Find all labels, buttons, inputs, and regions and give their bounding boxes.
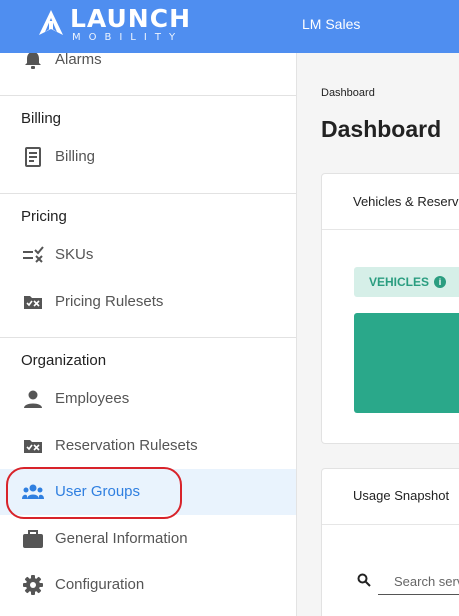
person-icon [24, 390, 42, 408]
organization-name[interactable]: LM Sales [302, 16, 360, 32]
section-title-pricing: Pricing [21, 208, 67, 225]
sidebar-item-configuration[interactable]: Configuration [0, 562, 296, 608]
sidebar-item-label: SKUs [55, 246, 94, 263]
top-bar: LAUNCH MOBILITY LM Sales [0, 0, 459, 53]
sku-list-icon [23, 246, 44, 263]
breadcrumb[interactable]: Dashboard [321, 87, 375, 99]
sidebar-item-label: Pricing Rulesets [55, 293, 164, 310]
sidebar-item-skus[interactable]: SKUs [0, 232, 296, 278]
section-divider [0, 95, 296, 96]
page-title: Dashboard [321, 116, 442, 142]
invoice-icon [25, 147, 41, 167]
section-divider [0, 193, 296, 194]
briefcase-icon [23, 530, 43, 548]
sidebar-item-alarms[interactable]: Alarms [0, 53, 296, 83]
sidebar: Alarms Billing Billing Pricing SKUs Pric… [0, 53, 297, 616]
sidebar-item-general-information[interactable]: General Information [0, 516, 296, 562]
sidebar-item-label: Configuration [55, 576, 145, 593]
sidebar-item-billing[interactable]: Billing [0, 134, 296, 180]
logo-mark-icon [39, 10, 63, 35]
search-icon [357, 573, 371, 587]
card-title: Usage Snapshot [353, 488, 450, 503]
main-content: Dashboard Dashboard Vehicles & Reservati… [298, 53, 459, 616]
sidebar-item-label: Reservation Rulesets [55, 437, 198, 454]
card-title: Vehicles & Reservations [353, 194, 459, 209]
usage-snapshot-card: Usage Snapshot [321, 468, 459, 616]
user-groups-highlight-outline [6, 467, 182, 519]
section-divider [0, 337, 296, 338]
sidebar-item-employees[interactable]: Employees [0, 376, 296, 422]
section-title-billing: Billing [21, 110, 62, 127]
ruleset-icon [24, 440, 42, 453]
logo-wordmark: LAUNCH [70, 4, 192, 33]
sidebar-item-label: Billing [55, 148, 96, 165]
section-title-organization: Organization [21, 352, 107, 369]
vehicles-bar [354, 313, 459, 413]
search-service-input[interactable] [378, 569, 459, 595]
info-icon[interactable]: i [434, 276, 446, 288]
sidebar-item-label: Employees [55, 390, 130, 407]
launch-mobility-logo[interactable]: LAUNCH MOBILITY [36, 6, 190, 46]
gear-icon [23, 575, 43, 595]
alarm-icon [25, 53, 41, 69]
card-divider [322, 229, 459, 230]
sidebar-item-label: Alarms [55, 53, 102, 68]
card-divider [322, 524, 459, 525]
ruleset-icon [24, 296, 42, 309]
vehicles-badge[interactable]: VEHICLES i [354, 267, 459, 297]
logo-subtitle: MOBILITY [72, 32, 184, 43]
sidebar-item-pricing-rulesets[interactable]: Pricing Rulesets [0, 279, 296, 325]
vehicles-reservations-card: Vehicles & Reservations VEHICLES i [321, 173, 459, 444]
badge-label: VEHICLES [369, 275, 430, 289]
sidebar-item-label: General Information [55, 530, 188, 547]
sidebar-item-reservation-rulesets[interactable]: Reservation Rulesets [0, 423, 296, 469]
